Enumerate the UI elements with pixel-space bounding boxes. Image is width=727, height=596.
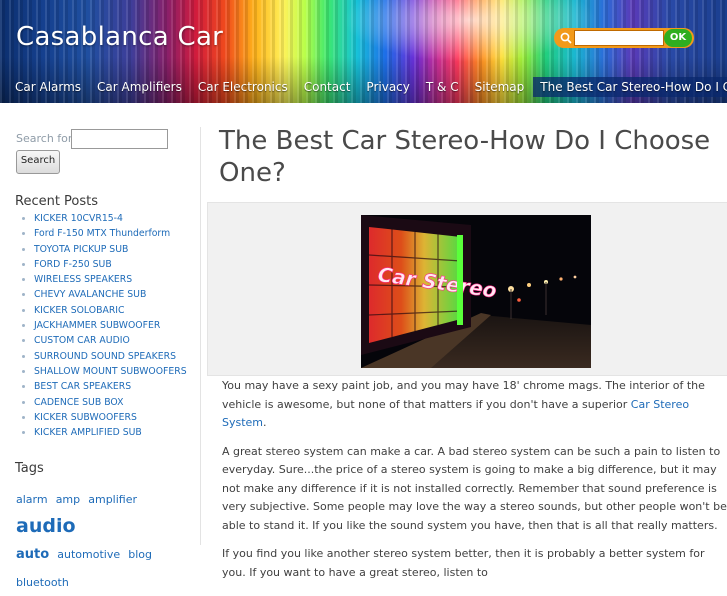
recent-post-link[interactable]: SURROUND SOUND SPEAKERS	[20, 349, 187, 364]
tag-link[interactable]: bluetooth	[16, 576, 69, 589]
post-paragraph: A great stereo system can make a car. A …	[222, 444, 727, 532]
tag-link[interactable]: automotive	[57, 548, 120, 561]
header-search: OK	[554, 28, 694, 48]
recent-post-link[interactable]: KICKER AMPLIFIED SUB	[20, 425, 187, 440]
main-content: The Best Car Stereo-How Do I Choose One?	[200, 103, 727, 579]
recent-posts-list: KICKER 10CVR15-4 Ford F-150 MTX Thunderf…	[20, 211, 187, 440]
recent-post-link[interactable]: KICKER SUBWOOFERS	[20, 410, 187, 425]
post-image-frame: Car Stereo	[207, 202, 727, 376]
sidebar-search-input[interactable]	[71, 129, 168, 149]
site-header: Casablanca Car OK Car Alarms Car Amplifi…	[0, 0, 727, 103]
sidebar: Search for: Search Recent Posts KICKER 1…	[0, 103, 200, 589]
recent-post-link[interactable]: JACKHAMMER SUBWOOFER	[20, 318, 187, 333]
post-image-storefront: Car Stereo	[361, 215, 591, 368]
recent-post-link[interactable]: Ford F-150 MTX Thunderform	[20, 226, 187, 241]
tag-link[interactable]: amp	[56, 493, 80, 506]
sidebar-search-label: Search for:	[16, 132, 76, 145]
recent-post-link[interactable]: FORD F-250 SUB	[20, 257, 187, 272]
tag-cloud: alarm amp amplifier audio auto automotiv…	[16, 485, 200, 596]
nav-item-sitemap[interactable]: Sitemap	[459, 80, 525, 94]
nav-item-car-amplifiers[interactable]: Car Amplifiers	[81, 80, 182, 94]
nav-item-current-post[interactable]: The Best Car Stereo-How Do I Choose One?	[533, 76, 727, 97]
recent-post-link[interactable]: WIRELESS SPEAKERS	[20, 272, 187, 287]
tag-link[interactable]: alarm	[16, 493, 48, 506]
recent-post-link[interactable]: BEST CAR SPEAKERS	[20, 379, 187, 394]
post-paragraph: You may have a sexy paint job, and you m…	[222, 379, 705, 429]
site-title[interactable]: Casablanca Car	[16, 22, 223, 52]
recent-post-link[interactable]: CUSTOM CAR AUDIO	[20, 333, 187, 348]
storefront-illustration: Car Stereo	[361, 215, 591, 368]
header-search-ok-button[interactable]: OK	[664, 29, 692, 47]
search-icon	[560, 32, 572, 44]
nav-item-contact[interactable]: Contact	[288, 80, 351, 94]
recent-post-link[interactable]: KICKER SOLOBARIC	[20, 303, 187, 318]
post-paragraph: If you find you like another stereo syst…	[222, 547, 705, 579]
tag-link[interactable]: auto	[16, 547, 49, 562]
recent-post-link[interactable]: CHEVY AVALANCHE SUB	[20, 287, 187, 302]
post-body: You may have a sexy paint job, and you m…	[222, 377, 727, 592]
main-nav: Car Alarms Car Amplifiers Car Electronic…	[0, 75, 727, 98]
sidebar-search-button[interactable]: Search	[16, 150, 60, 174]
tag-link[interactable]: amplifier	[88, 493, 137, 506]
post-title: The Best Car Stereo-How Do I Choose One?	[219, 126, 711, 188]
tag-link[interactable]: audio	[16, 515, 76, 537]
header-search-input[interactable]	[574, 30, 664, 46]
nav-item-car-electronics[interactable]: Car Electronics	[182, 80, 288, 94]
recent-post-link[interactable]: SHALLOW MOUNT SUBWOOFERS	[20, 364, 187, 379]
nav-item-terms[interactable]: T & C	[410, 80, 459, 94]
tag-link[interactable]: blog	[128, 548, 152, 561]
tags-heading: Tags	[15, 461, 44, 476]
nav-item-privacy[interactable]: Privacy	[350, 80, 409, 94]
recent-post-link[interactable]: TOYOTA PICKUP SUB	[20, 242, 187, 257]
recent-posts-heading: Recent Posts	[15, 194, 99, 209]
nav-item-car-alarms[interactable]: Car Alarms	[0, 80, 81, 94]
recent-post-link[interactable]: CADENCE SUB BOX	[20, 395, 187, 410]
recent-post-link[interactable]: KICKER 10CVR15-4	[20, 211, 187, 226]
